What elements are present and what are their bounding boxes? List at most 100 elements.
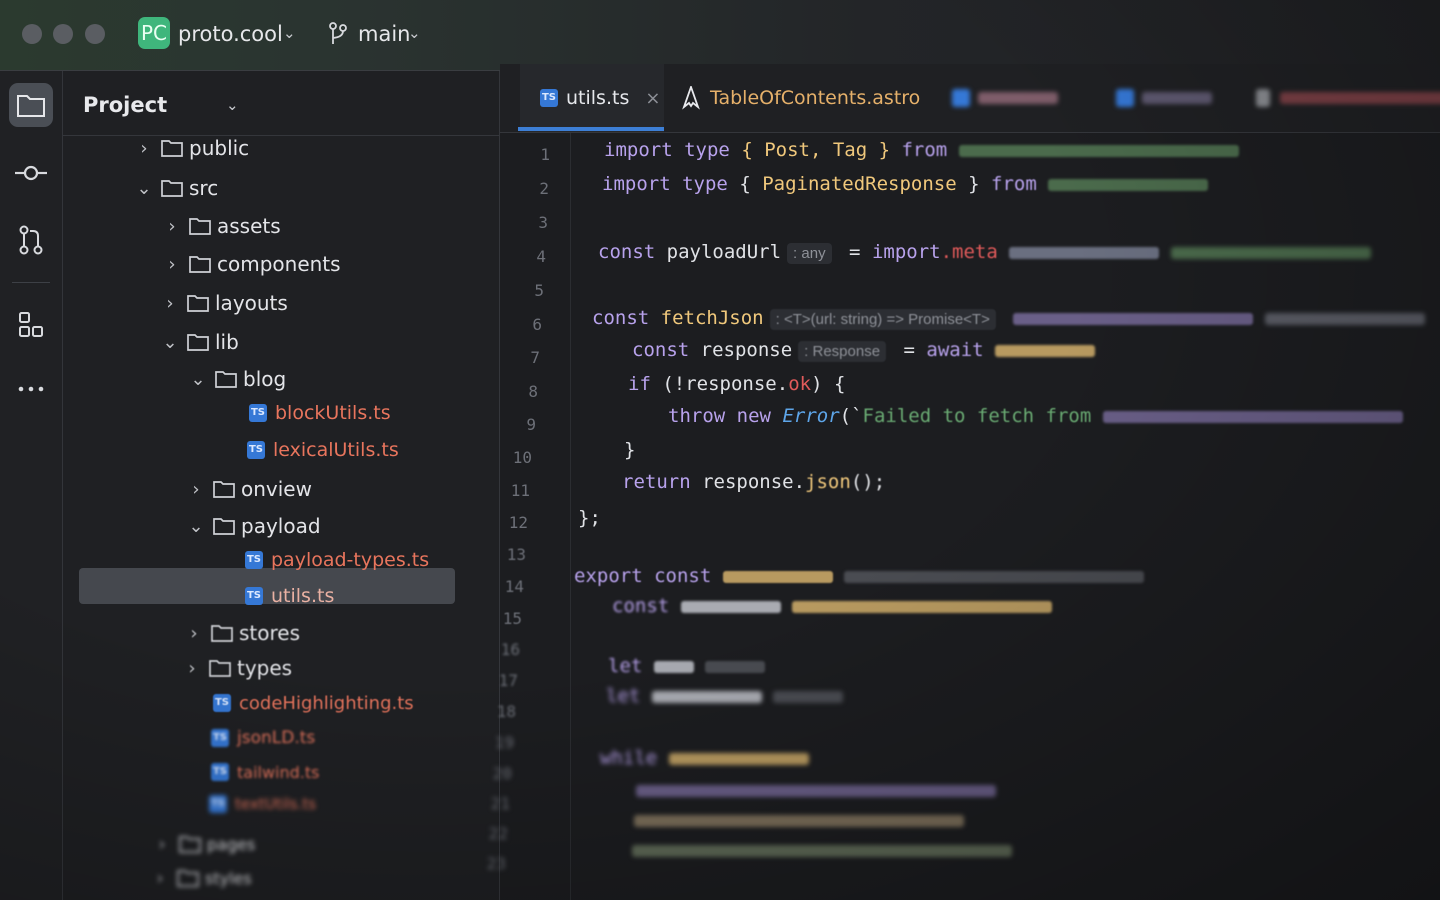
pull-request-icon [19,225,43,255]
tree-item-blockutils[interactable]: TS blockUtils.ts [249,398,391,428]
code-line-14: export const [574,565,1145,587]
chevron-right-icon[interactable]: › [151,868,169,889]
active-tab-indicator [518,127,664,131]
tree-item-stores[interactable]: › stores [185,618,300,648]
folder-icon [177,870,199,887]
code-line-7: const response: Response = await [632,339,1096,362]
tree-item-public[interactable]: › public [135,133,249,163]
structure-tool-button[interactable] [9,303,53,347]
chevron-right-icon[interactable]: › [153,834,171,855]
tree-item-payload[interactable]: ⌄ payload [187,511,320,541]
project-panel: Project ⌄ › public ⌄ src › assets › comp… [63,71,500,900]
tree-item-label: public [189,136,250,160]
code-editor[interactable]: 1 2 3 4 5 6 7 8 9 10 11 12 13 14 15 16 1… [487,133,1440,900]
code-line-15: const [612,595,1053,617]
chevron-right-icon[interactable]: › [185,623,203,644]
line-number: 6 [532,315,542,334]
more-tools-button[interactable] [9,367,53,411]
code-line-6: const fetchJson: <T>(url: string) => Pro… [592,307,1425,330]
folder-icon [215,371,237,388]
tree-item-types[interactable]: › types [183,653,292,683]
code-line-23 [632,839,1012,861]
line-number: 3 [538,213,548,232]
tree-item-codehighlighting[interactable]: TS codeHighlighting.ts [213,688,414,718]
chevron-down-icon[interactable]: ⌄ [408,24,421,42]
chevron-right-icon[interactable]: › [163,254,181,275]
folder-icon [179,836,201,853]
code-line-22 [634,809,964,831]
tab-blurred[interactable] [1256,64,1440,132]
tool-window-strip [0,71,63,900]
tree-item-label: codeHighlighting.ts [239,692,414,714]
tree-item-lexicalutils[interactable]: TS lexicalUtils.ts [247,435,399,465]
chevron-down-icon[interactable]: ⌄ [189,369,207,390]
typescript-file-icon: TS [209,795,227,813]
commit-tool-button[interactable] [9,151,53,195]
tree-item-blog[interactable]: ⌄ blog [189,364,286,394]
folder-icon [187,334,209,351]
tab-tableofcontents[interactable]: TableOfContents.astro [682,64,920,132]
code-line-1: import type { Post, Tag } from [604,139,1239,161]
chevron-down-icon[interactable]: ⌄ [283,24,296,42]
close-window-button[interactable] [22,24,42,44]
chevron-down-icon[interactable]: ⌄ [135,178,153,199]
branch-name[interactable]: main [358,22,410,46]
tab-utils-ts[interactable]: TS utils.ts × [520,64,664,132]
chevron-down-icon[interactable]: ⌄ [187,516,205,537]
strip-divider [12,282,50,283]
tree-item-pages[interactable]: › pages [153,829,255,859]
tree-item-label: textUtils.ts [235,795,317,813]
tree-item-label: layouts [215,291,288,315]
minimize-window-button[interactable] [53,24,73,44]
project-badge[interactable]: PC [138,17,170,49]
line-number: 17 [498,671,518,690]
tab-label: utils.ts [566,87,630,109]
tree-item-textutils[interactable]: TS textUtils.ts [209,789,316,819]
commit-icon [15,165,47,181]
line-number: 20 [492,764,512,783]
tree-item-src[interactable]: ⌄ src [135,173,218,203]
title-bar: PC proto.cool ⌄ main ⌄ [0,0,1440,71]
project-tool-button[interactable] [9,83,53,127]
folder-icon [161,140,183,157]
close-icon[interactable]: × [645,88,660,109]
project-name[interactable]: proto.cool [178,22,283,46]
tree-item-layouts[interactable]: › layouts [161,288,288,318]
tree-item-lib[interactable]: ⌄ lib [161,327,238,357]
chevron-right-icon[interactable]: › [187,479,205,500]
tree-item-label: tailwind.ts [237,762,320,782]
tab-blurred[interactable] [1116,64,1212,132]
pull-requests-tool-button[interactable] [9,218,53,262]
zoom-window-button[interactable] [85,24,105,44]
tree-item-label: pages [207,834,256,854]
chevron-right-icon[interactable]: › [183,658,201,679]
typescript-file-icon: TS [213,694,231,712]
tree-item-tailwind[interactable]: TS tailwind.ts [211,757,320,787]
tree-item-payload-types[interactable]: TS payload-types.ts [245,545,429,575]
folder-icon [213,481,235,498]
line-number: 15 [502,609,522,628]
type-hint: : <T>(url: string) => Promise<T> [769,309,996,330]
type-hint: : Response [798,341,887,362]
line-number: 11 [510,481,530,500]
chevron-right-icon[interactable]: › [163,216,181,237]
chevron-right-icon[interactable]: › [135,138,153,159]
tree-item-utils-selected[interactable]: TS utils.ts [245,581,334,611]
typescript-file-icon: TS [211,729,229,747]
tree-item-assets[interactable]: › assets [163,211,280,241]
tree-item-jsonld[interactable]: TS jsonLD.ts [211,723,315,753]
tree-item-onview[interactable]: › onview [187,474,312,504]
line-number: 21 [490,794,510,813]
code-line-2: import type { PaginatedResponse } from [602,173,1209,195]
tab-blurred[interactable] [952,64,1058,132]
line-number: 9 [526,415,536,434]
chevron-down-icon[interactable]: ⌄ [226,96,239,114]
tree-item-components[interactable]: › components [163,249,340,279]
project-panel-title[interactable]: Project [83,93,167,117]
chevron-down-icon[interactable]: ⌄ [161,332,179,353]
gutter-divider [570,133,571,900]
chevron-right-icon[interactable]: › [161,293,179,314]
typescript-file-icon: TS [211,763,229,781]
folder-icon [213,518,235,535]
tree-item-styles[interactable]: › styles [151,863,251,893]
